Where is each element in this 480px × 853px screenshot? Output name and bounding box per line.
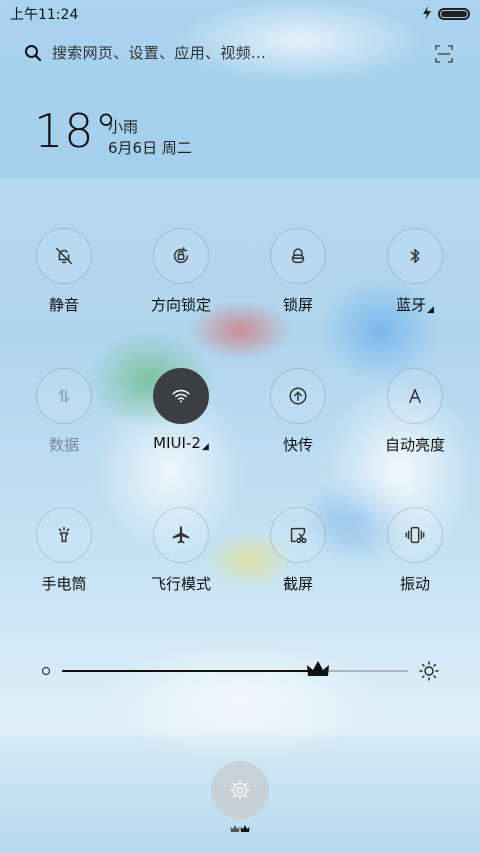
toggle-silent[interactable]: 静音 <box>4 228 124 328</box>
toggle-wifi-button[interactable] <box>153 368 209 424</box>
toggle-rotation-lock-button[interactable] <box>153 228 209 284</box>
bluetooth-icon <box>410 248 420 264</box>
auto-brightness-icon <box>409 388 421 404</box>
toggle-screenshot[interactable]: 截屏 <box>238 507 358 607</box>
rotation-lock-icon <box>173 247 189 264</box>
status-icons <box>422 5 470 23</box>
toggle-airplane-button[interactable] <box>153 507 209 563</box>
page-indicator-crown-icons <box>230 825 250 832</box>
toggle-airplane[interactable]: 飞行模式 <box>121 507 241 607</box>
toggle-airplane-label: 飞行模式 <box>150 575 211 593</box>
wifi-menu-indicator: ◢ <box>201 442 209 452</box>
toggle-quick-transfer-button[interactable] <box>270 368 326 424</box>
toggle-flashlight[interactable]: 手电筒 <box>4 507 124 607</box>
brightness-low-icon <box>42 667 50 675</box>
brightness-high-icon <box>419 661 439 681</box>
weather-date: 6月6日 周二 <box>108 139 192 157</box>
settings-button[interactable] <box>211 761 269 819</box>
brightness-slider[interactable] <box>0 656 480 686</box>
toggle-auto-brightness-button[interactable] <box>387 368 443 424</box>
toggle-lock-screen-label: 锁屏 <box>282 296 313 314</box>
weather-temperature[interactable]: 18° <box>34 104 119 158</box>
bluetooth-menu-indicator: ◢ <box>427 305 434 315</box>
toggle-vibrate[interactable]: 振动 <box>355 507 475 607</box>
flashlight-icon <box>58 526 70 543</box>
brightness-track[interactable] <box>62 661 408 676</box>
toggle-quick-transfer-label: 快传 <box>282 436 313 454</box>
search-input[interactable]: 搜索网页、设置、应用、视频... <box>52 42 266 63</box>
toggle-bluetooth[interactable]: 蓝牙◢ <box>355 228 475 328</box>
toggle-bluetooth-label: 蓝牙◢ <box>396 296 434 315</box>
charging-icon <box>422 5 432 23</box>
battery-icon <box>438 8 470 20</box>
toggle-vibrate-label: 振动 <box>399 575 430 593</box>
mobile-data-icon <box>58 388 70 404</box>
toggle-mobile-data-button[interactable] <box>36 368 92 424</box>
toggle-flashlight-label: 手电筒 <box>41 575 87 593</box>
wifi-icon <box>172 389 190 403</box>
toggle-screenshot-button[interactable] <box>270 507 326 563</box>
vibrate-icon <box>405 526 425 544</box>
toggle-auto-brightness[interactable]: 自动亮度 <box>355 368 475 468</box>
brightness-fill <box>62 670 319 672</box>
search-icon <box>24 44 42 62</box>
bell-off-icon <box>55 247 73 265</box>
battery-fill <box>441 11 467 17</box>
toggle-rotation-lock-label: 方向锁定 <box>150 296 211 314</box>
toggle-silent-button[interactable] <box>36 228 92 284</box>
toggle-mobile-data[interactable]: 数据 <box>4 368 124 468</box>
toggle-lock-screen[interactable]: 锁屏 <box>238 228 358 328</box>
toggle-flashlight-button[interactable] <box>36 507 92 563</box>
search-bar[interactable]: 搜索网页、设置、应用、视频... <box>0 38 480 68</box>
toggle-wifi[interactable]: MIUI-2◢ <box>121 368 241 468</box>
lock-icon <box>291 248 305 264</box>
airplane-icon <box>172 526 190 544</box>
status-bar: 上午11:24 <box>0 0 480 28</box>
toggle-wifi-label: MIUI-2◢ <box>153 434 209 452</box>
toggle-quick-transfer[interactable]: 快传 <box>238 368 358 468</box>
weather-condition: 小雨 <box>108 118 139 136</box>
quick-transfer-icon <box>289 387 307 405</box>
toggle-mobile-data-label: 数据 <box>48 436 79 454</box>
toggle-screenshot-label: 截屏 <box>282 575 313 593</box>
toggle-vibrate-button[interactable] <box>387 507 443 563</box>
toggle-lock-screen-button[interactable] <box>270 228 326 284</box>
brightness-thumb-crown-icon[interactable] <box>306 659 330 679</box>
gear-icon <box>230 780 250 800</box>
status-time: 上午11:24 <box>10 7 79 23</box>
toggle-auto-brightness-label: 自动亮度 <box>384 436 445 454</box>
toggle-silent-label: 静音 <box>48 296 79 314</box>
toggle-rotation-lock[interactable]: 方向锁定 <box>121 228 241 328</box>
screenshot-icon <box>290 527 307 544</box>
scan-icon[interactable] <box>434 44 454 64</box>
toggle-bluetooth-button[interactable] <box>387 228 443 284</box>
